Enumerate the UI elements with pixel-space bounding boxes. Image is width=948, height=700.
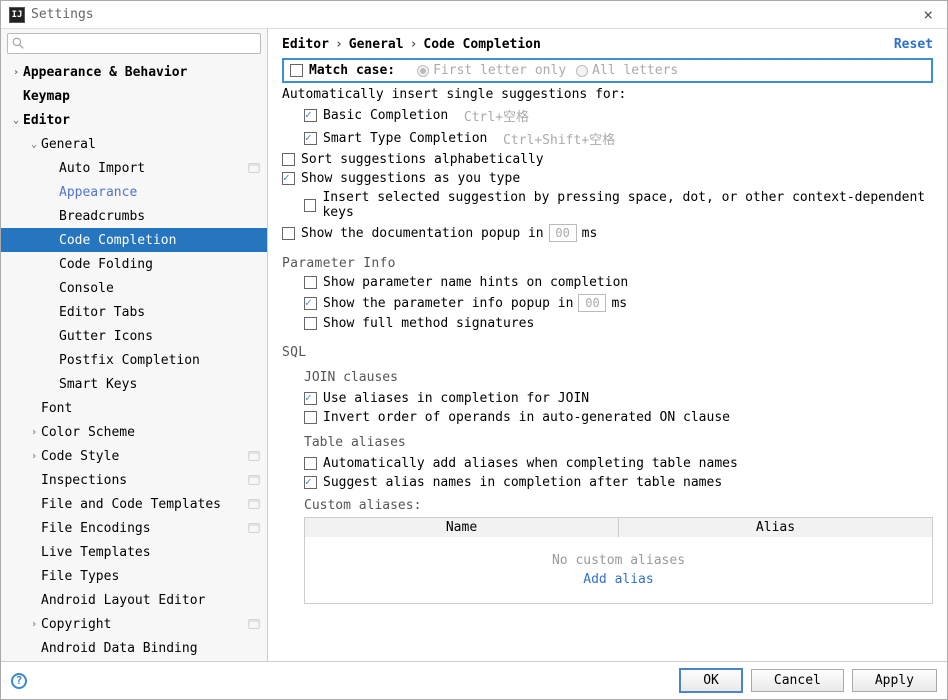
chevron-icon: ›: [31, 427, 41, 438]
project-icon: [247, 521, 261, 535]
table-aliases-heading: Table aliases: [304, 435, 933, 450]
param-info-option[interactable]: Show parameter name hints on completion: [282, 275, 933, 290]
sidebar-item-editor-tabs[interactable]: Editor Tabs: [1, 300, 267, 324]
checkbox-icon[interactable]: [304, 411, 317, 424]
ok-button[interactable]: OK: [679, 668, 743, 693]
table-alias-option[interactable]: Automatically add aliases when completin…: [282, 456, 933, 471]
chevron-icon: ›: [13, 67, 23, 78]
sidebar-item-keymap[interactable]: Keymap: [1, 84, 267, 108]
window-title: Settings: [31, 7, 917, 22]
sidebar-item-gutter-icons[interactable]: Gutter Icons: [1, 324, 267, 348]
checkbox-icon[interactable]: [304, 199, 316, 212]
auto-insert-heading: Automatically insert single suggestions …: [282, 87, 933, 102]
close-icon[interactable]: ×: [917, 5, 939, 24]
breadcrumb: Editor› General› Code Completion: [282, 37, 894, 52]
param-info-option[interactable]: Show full method signatures: [282, 316, 933, 331]
checkbox-icon[interactable]: [304, 297, 317, 310]
help-icon[interactable]: ?: [11, 673, 27, 689]
project-icon: [247, 617, 261, 631]
cancel-button[interactable]: Cancel: [751, 669, 844, 692]
match-case-checkbox[interactable]: [290, 64, 303, 77]
checkbox-icon[interactable]: [304, 476, 317, 489]
custom-aliases-table: Name Alias No custom aliases Add alias: [304, 517, 933, 604]
sidebar-item-android-data-binding[interactable]: Android Data Binding: [1, 636, 267, 660]
option-insert-selected-suggestion-by-[interactable]: Insert selected suggestion by pressing s…: [282, 190, 933, 220]
sidebar-item-auto-import[interactable]: Auto Import: [1, 156, 267, 180]
custom-aliases-label: Custom aliases:: [304, 498, 933, 513]
join-heading: JOIN clauses: [304, 370, 933, 385]
sidebar-item-font[interactable]: Font: [1, 396, 267, 420]
join-option[interactable]: Use aliases in completion for JOIN: [282, 391, 933, 406]
table-empty-text: No custom aliases: [552, 553, 685, 568]
sidebar-item-editor[interactable]: ⌄Editor: [1, 108, 267, 132]
join-option[interactable]: Invert order of operands in auto-generat…: [282, 410, 933, 425]
chevron-icon: ⌄: [13, 115, 23, 126]
param-info-heading: Parameter Info: [282, 256, 933, 271]
radio-icon: [576, 65, 588, 77]
checkbox-icon[interactable]: [304, 109, 317, 122]
doc-popup-delay-field[interactable]: [549, 224, 577, 242]
sidebar-item-appearance-behavior[interactable]: ›Appearance & Behavior: [1, 60, 267, 84]
sidebar-item-code-style[interactable]: ›Code Style: [1, 444, 267, 468]
search-icon: [12, 37, 25, 50]
sidebar: ›Appearance & BehaviorKeymap⌄Editor⌄Gene…: [1, 29, 268, 661]
match-case-all-letters[interactable]: All letters: [576, 63, 678, 78]
sidebar-item-file-and-code-templates[interactable]: File and Code Templates: [1, 492, 267, 516]
sql-heading: SQL: [282, 345, 933, 360]
option-show-suggestions-as-you-type[interactable]: Show suggestions as you type: [282, 171, 933, 186]
sidebar-item-code-completion[interactable]: Code Completion: [1, 228, 267, 252]
sidebar-item-file-encodings[interactable]: File Encodings: [1, 516, 267, 540]
checkbox-icon[interactable]: [282, 153, 295, 166]
col-alias[interactable]: Alias: [619, 518, 932, 537]
sidebar-item-breadcrumbs[interactable]: Breadcrumbs: [1, 204, 267, 228]
checkbox-icon[interactable]: [282, 172, 295, 185]
sidebar-item-console[interactable]: Console: [1, 276, 267, 300]
project-icon: [247, 449, 261, 463]
checkbox-icon[interactable]: [304, 457, 317, 470]
project-icon: [247, 473, 261, 487]
sidebar-item-general[interactable]: ⌄General: [1, 132, 267, 156]
chevron-icon: ›: [31, 619, 41, 630]
project-icon: [247, 161, 261, 175]
checkbox-icon[interactable]: [304, 317, 317, 330]
param-info-delay-field[interactable]: [578, 294, 606, 312]
search-input[interactable]: [7, 33, 261, 54]
checkbox-icon[interactable]: [304, 132, 317, 145]
chevron-icon: ›: [31, 451, 41, 462]
sidebar-item-file-types[interactable]: File Types: [1, 564, 267, 588]
doc-popup-row[interactable]: Show the documentation popup in ms: [282, 224, 933, 242]
match-case-row: Match case: First letter only All letter…: [282, 58, 933, 83]
app-icon: IJ: [9, 7, 25, 23]
sidebar-item-appearance[interactable]: Appearance: [1, 180, 267, 204]
chevron-icon: ⌄: [31, 139, 41, 150]
option-sort-suggestions-alphabeticall[interactable]: Sort suggestions alphabetically: [282, 152, 933, 167]
sidebar-item-copyright[interactable]: ›Copyright: [1, 612, 267, 636]
sidebar-item-color-scheme[interactable]: ›Color Scheme: [1, 420, 267, 444]
auto-insert-smart-type-completion[interactable]: Smart Type Completion Ctrl+Shift+空格: [282, 129, 933, 148]
add-alias-link[interactable]: Add alias: [583, 572, 653, 587]
apply-button[interactable]: Apply: [852, 669, 937, 692]
reset-link[interactable]: Reset: [894, 37, 933, 52]
sidebar-item-smart-keys[interactable]: Smart Keys: [1, 372, 267, 396]
sidebar-item-live-templates[interactable]: Live Templates: [1, 540, 267, 564]
auto-insert-basic-completion[interactable]: Basic Completion Ctrl+空格: [282, 106, 933, 125]
sidebar-item-postfix-completion[interactable]: Postfix Completion: [1, 348, 267, 372]
param-info-option[interactable]: Show the parameter info popup inms: [282, 294, 933, 312]
table-alias-option[interactable]: Suggest alias names in completion after …: [282, 475, 933, 490]
checkbox-icon[interactable]: [304, 392, 317, 405]
doc-popup-checkbox[interactable]: [282, 227, 295, 240]
sidebar-item-android-layout-editor[interactable]: Android Layout Editor: [1, 588, 267, 612]
match-case-first-letter[interactable]: First letter only: [417, 63, 566, 78]
checkbox-icon[interactable]: [304, 276, 317, 289]
project-icon: [247, 497, 261, 511]
col-name[interactable]: Name: [305, 518, 619, 537]
radio-icon: [417, 65, 429, 77]
sidebar-item-code-folding[interactable]: Code Folding: [1, 252, 267, 276]
sidebar-item-inspections[interactable]: Inspections: [1, 468, 267, 492]
